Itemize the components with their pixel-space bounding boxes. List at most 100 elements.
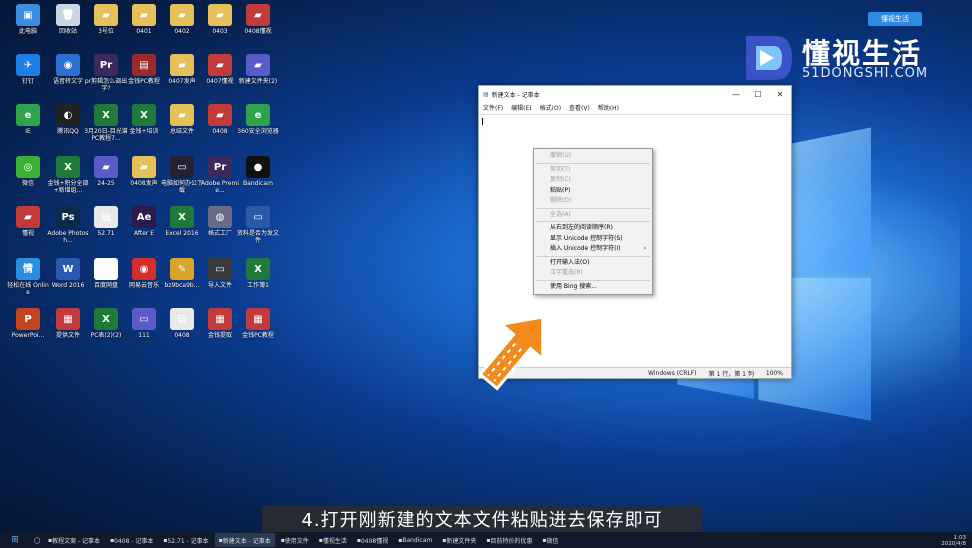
taskbar-item[interactable]: ▪ 0408懂视 (353, 533, 392, 547)
taskbar-item[interactable]: ▪ 懂视生活 (315, 533, 351, 547)
context-menu-item: 撤销(U) (534, 151, 652, 162)
notepad-titlebar[interactable]: ▤ 新建文本 - 记事本 — ☐ ✕ (479, 86, 791, 102)
taskbar-item-label: 0408 - 记事本 (114, 537, 154, 545)
desktop-icon-image: ◍ (208, 206, 232, 228)
context-menu-item[interactable]: 粘贴(P) (534, 186, 652, 197)
desktop-icon-image: X (56, 156, 80, 178)
close-button[interactable]: ✕ (769, 90, 791, 99)
context-menu-item[interactable]: 从右到左的阅读顺序(R) (534, 223, 652, 234)
desktop-icon-image: ▰ (170, 54, 194, 76)
brand-site: 51DONGSHI.COM (802, 66, 929, 81)
context-menu-item[interactable]: 打开输入法(O) (534, 258, 652, 269)
desktop-icon-image: ▤ (170, 308, 194, 330)
desktop-icon-image: ▤ (94, 206, 118, 228)
status-encoding: Windows (CRLF) (648, 369, 697, 377)
desktop-icon[interactable]: ▦ 金钱PC教程 (236, 308, 280, 339)
menu-file[interactable]: 文件(F) (483, 103, 503, 112)
desktop-icon[interactable]: e 360安全浏览器 (236, 104, 280, 135)
desktop-icon-image: ▰ (246, 4, 270, 26)
desktop-icon-label: IE (25, 128, 31, 135)
menu-format[interactable]: 格式(O) (540, 103, 561, 112)
desktop-icon-image: ◐ (56, 104, 80, 126)
context-menu-item[interactable]: 使用 Bing 搜索... (534, 282, 652, 293)
context-menu-item-label: 从右到左的阅读顺序(R) (550, 224, 613, 231)
desktop-icon-image: 🗑 (56, 4, 80, 26)
context-menu: 撤销(U) 剪切(T) 复制(C) 粘贴(P) 删除(D) 全选(A) 从右到左的阅读顺序(… (533, 148, 653, 295)
desktop-icon-image: ▦ (208, 308, 232, 330)
desktop-icon[interactable]: ✈ 钉钉 (6, 54, 50, 85)
search-icon[interactable]: ◯ (30, 537, 44, 544)
context-menu-item[interactable]: 插入 Unicode 控制字符(I) › (534, 244, 652, 255)
desktop-icon-image: X (246, 258, 270, 280)
desktop-icon-image: ▭ (208, 258, 232, 280)
context-menu-item-label: 插入 Unicode 控制字符(I) (550, 245, 621, 252)
desktop-icon-label: 轻松在线 Online (7, 282, 49, 296)
taskbar-items: ▪ 教程文案 - 记事本 ▪ 0408 - 记事本 ▪ 52.71 - 记事本 ▪ 新… (44, 533, 565, 547)
desktop-icon-image: ☁ (94, 258, 118, 280)
desktop-icon[interactable]: ▰ 懂视 (6, 206, 50, 237)
menu-separator (536, 162, 650, 164)
desktop-icon-image: ▣ (16, 4, 40, 26)
desktop-icon-image: 情 (16, 258, 40, 280)
desktop-icon[interactable]: ▰ 0408懂视 (236, 4, 280, 35)
clock-date: 2020/4/8 (941, 541, 966, 547)
desktop-icon[interactable]: X 工作簿1 (236, 258, 280, 289)
menu-edit[interactable]: 编辑(E) (511, 103, 531, 112)
taskbar-item[interactable]: ▪ 教程文案 - 记事本 (44, 533, 104, 547)
desktop-icon-image: ✈ (16, 54, 40, 76)
system-clock[interactable]: 1:03 2020/4/8 (941, 535, 966, 547)
desktop-icon-image: ▰ (170, 4, 194, 26)
desktop-icon-image: e (16, 104, 40, 126)
taskbar-item-label: 新建文件夹 (446, 537, 477, 545)
desktop-icon-label: 金钱PC教程 (242, 332, 274, 339)
menu-view[interactable]: 查看(V) (569, 103, 590, 112)
desktop-icon[interactable]: 情轻松在线 Online (6, 258, 50, 296)
context-menu-item: 全选(A) (534, 210, 652, 221)
taskbar-item-label: 新建文本 - 记事本 (222, 537, 271, 545)
desktop-icon-image: ◉ (56, 54, 80, 76)
context-menu-item-label: 汉字重选(R) (550, 269, 583, 276)
taskbar-item[interactable]: ▪ 使用文件 (277, 533, 313, 547)
desktop-icon[interactable]: ▣ 此电脑 (6, 4, 50, 35)
desktop-icon[interactable]: ▰ 新建文件夹(2) (236, 54, 280, 85)
menu-separator (536, 221, 650, 222)
desktop-icon-label: 360安全浏览器 (237, 128, 279, 135)
desktop-icon-label: PowerPoi... (11, 332, 45, 339)
taskbar-item[interactable]: ▪ 新建文本 - 记事本 (214, 533, 275, 547)
desktop-icon-image: ▦ (246, 308, 270, 330)
desktop-icon-image: ▰ (94, 156, 118, 178)
context-menu-item[interactable]: 显示 Unicode 控制字符(S) (534, 234, 652, 245)
desktop-icon[interactable]: e IE (6, 104, 50, 135)
desktop-icon-image: ✎ (170, 258, 194, 280)
context-menu-item: 复制(C) (534, 175, 652, 186)
minimize-button[interactable]: — (725, 90, 747, 99)
taskbar-item[interactable]: ▪ 目前特价的优惠 (482, 533, 536, 547)
taskbar-item[interactable]: ▪ Bandicam (394, 533, 436, 547)
desktop-icon[interactable]: P PowerPoi... (6, 308, 50, 339)
maximize-button[interactable]: ☐ (747, 90, 769, 99)
text-caret (482, 118, 483, 125)
taskbar-item[interactable]: ▪ 0408 - 记事本 (106, 533, 157, 547)
desktop-icon[interactable]: ◎ 微信 (6, 156, 50, 187)
menu-help[interactable]: 帮助(H) (598, 103, 619, 112)
desktop-icon-image: Pr (94, 54, 118, 76)
notepad-icon: ▤ (483, 90, 489, 98)
desktop-icon-image: ◉ (132, 258, 156, 280)
desktop-icon-image: ▰ (208, 4, 232, 26)
taskbar-item-label: 教程文案 - 记事本 (52, 537, 101, 545)
desktop-icon[interactable]: ● Bandicam (236, 156, 280, 187)
desktop-icon[interactable]: ▭ 资料是否为发文件 (236, 206, 280, 244)
desktop-icon-image: ● (246, 156, 270, 178)
taskbar-item[interactable]: ▪ 新建文件夹 (438, 533, 480, 547)
menu-separator (536, 279, 650, 281)
taskbar-item-label: 目前特价的优惠 (490, 537, 533, 545)
taskbar-item-label: 微信 (546, 537, 559, 545)
notepad-title: 新建文本 - 记事本 (491, 91, 540, 99)
brand-logo-icon (746, 36, 792, 80)
desktop-icon-label: 钉钉 (21, 78, 34, 85)
taskbar-item[interactable]: ▪ 微信 (538, 533, 562, 547)
start-button[interactable]: ⊞ (0, 535, 30, 545)
desktop-icon-label: 懂视 (21, 230, 34, 237)
taskbar-item[interactable]: ▪ 52.71 - 记事本 (159, 533, 212, 547)
desktop-icon-label: 新建文件夹(2) (238, 78, 278, 85)
